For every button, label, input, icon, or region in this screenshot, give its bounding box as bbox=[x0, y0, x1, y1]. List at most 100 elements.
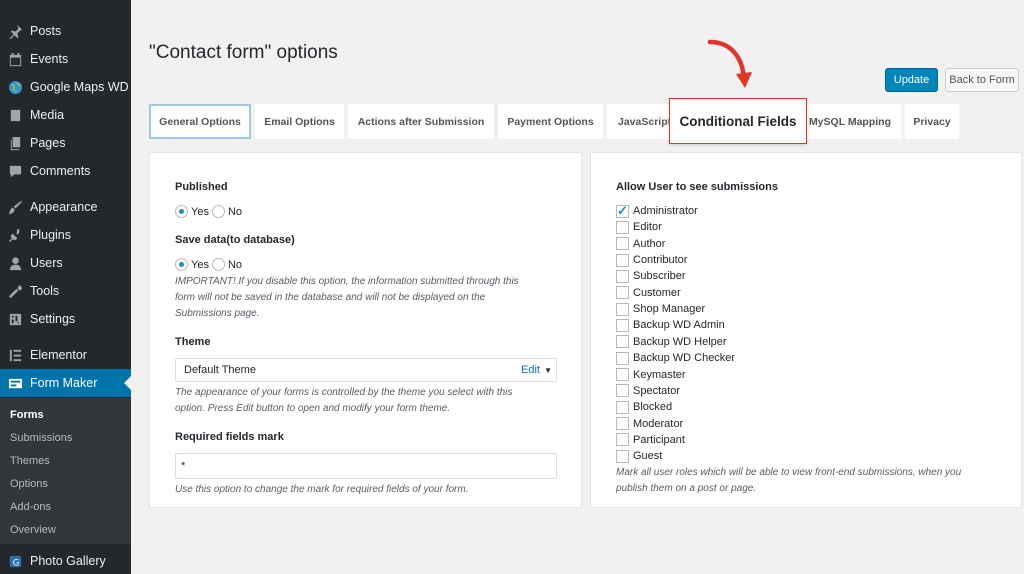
sidebar-item-plugins[interactable]: Plugins bbox=[0, 221, 131, 249]
sidebar-item-pages[interactable]: Pages bbox=[0, 129, 131, 157]
role-label: Administrator bbox=[633, 205, 698, 217]
sidebar-item-users[interactable]: Users bbox=[0, 249, 131, 277]
tab-javascript[interactable]: JavaScript bbox=[607, 104, 669, 139]
sidebar-item-comments[interactable]: Comments bbox=[0, 157, 131, 185]
role-checkbox-row[interactable]: Backup WD Checker bbox=[616, 351, 735, 365]
globe-icon bbox=[0, 80, 30, 95]
role-label: Backup WD Helper bbox=[633, 335, 727, 348]
role-checkbox[interactable] bbox=[616, 433, 629, 447]
roles-description: Mark all user roles which will be able t… bbox=[616, 467, 962, 494]
comment-icon bbox=[0, 164, 30, 179]
role-checkbox[interactable] bbox=[616, 269, 629, 283]
role-checkbox[interactable] bbox=[616, 351, 629, 365]
required-mark-label: Required fields mark bbox=[175, 431, 284, 443]
role-checkbox[interactable] bbox=[616, 203, 629, 219]
theme-description: The appearance of your forms is controll… bbox=[175, 387, 513, 414]
role-checkbox[interactable] bbox=[616, 253, 629, 267]
media-icon bbox=[0, 108, 30, 123]
tab-payment-options[interactable]: Payment Options bbox=[498, 104, 603, 139]
submenu-options[interactable]: Options bbox=[10, 478, 48, 490]
role-checkbox-row[interactable]: Contributor bbox=[616, 253, 687, 267]
form-maker-submenu: Forms Submissions Themes Options Add-ons… bbox=[0, 398, 131, 544]
submenu-forms[interactable]: Forms bbox=[10, 409, 44, 421]
role-checkbox[interactable] bbox=[616, 302, 629, 316]
form-icon bbox=[0, 376, 30, 391]
role-checkbox[interactable] bbox=[616, 417, 629, 431]
role-label: Spectator bbox=[633, 384, 681, 397]
role-checkbox[interactable] bbox=[616, 335, 629, 349]
role-checkbox[interactable] bbox=[616, 449, 629, 463]
role-checkbox-row[interactable]: Customer bbox=[616, 286, 681, 300]
published-yes-radio[interactable] bbox=[175, 205, 188, 218]
role-checkbox-row[interactable]: Backup WD Admin bbox=[616, 318, 725, 332]
role-checkbox[interactable] bbox=[616, 220, 629, 234]
role-checkbox-row[interactable]: Subscriber bbox=[616, 269, 686, 283]
role-checkbox-row[interactable]: Shop Manager bbox=[616, 302, 705, 316]
sidebar-item-posts[interactable]: Posts bbox=[0, 17, 131, 45]
general-options-panel: Published Yes No Save data(to database) … bbox=[149, 152, 582, 508]
sidebar-item-photo-gallery[interactable]: G Photo Gallery bbox=[0, 547, 131, 574]
role-checkbox-row[interactable]: Moderator bbox=[616, 417, 683, 431]
role-label: Guest bbox=[633, 450, 663, 463]
role-label: Keymaster bbox=[633, 368, 686, 381]
role-checkbox-row[interactable]: Guest bbox=[616, 449, 662, 463]
role-checkbox[interactable] bbox=[616, 318, 629, 332]
role-checkbox-row[interactable]: Editor bbox=[616, 220, 662, 234]
sidebar-item-form-maker[interactable]: Form Maker bbox=[0, 369, 131, 397]
settings-icon bbox=[0, 312, 30, 327]
save-data-no-radio[interactable] bbox=[211, 258, 225, 271]
submenu-add-ons[interactable]: Add-ons bbox=[10, 501, 51, 513]
sidebar-item-appearance[interactable]: Appearance bbox=[0, 193, 131, 221]
role-checkbox-row[interactable]: Backup WD Helper bbox=[616, 335, 727, 349]
sidebar-item-events[interactable]: Events bbox=[0, 45, 131, 73]
role-label: Editor bbox=[633, 221, 662, 234]
theme-edit-link[interactable]: Edit bbox=[521, 364, 540, 376]
page-title: "Contact form" options bbox=[149, 42, 338, 63]
role-label: Customer bbox=[633, 286, 681, 299]
role-checkbox[interactable] bbox=[616, 384, 629, 398]
update-button[interactable]: Update bbox=[885, 68, 938, 92]
role-checkbox-row[interactable]: Blocked bbox=[616, 400, 672, 414]
role-checkbox[interactable] bbox=[616, 400, 629, 414]
submissions-panel: Allow User to see submissions Administra… bbox=[590, 152, 1022, 508]
sidebar-item-tools[interactable]: Tools bbox=[0, 277, 131, 305]
role-label: Backup WD Checker bbox=[633, 352, 736, 365]
role-label: Blocked bbox=[633, 401, 673, 414]
role-label: Moderator bbox=[633, 417, 684, 430]
submenu-themes[interactable]: Themes bbox=[10, 455, 50, 467]
required-mark-input[interactable]: * bbox=[175, 453, 557, 479]
role-checkbox-row[interactable]: Administrator bbox=[616, 203, 698, 219]
callout-arrow-icon bbox=[707, 39, 752, 88]
sidebar-item-settings[interactable]: Settings bbox=[0, 305, 131, 333]
role-checkbox[interactable] bbox=[616, 237, 629, 251]
role-checkbox-row[interactable]: Author bbox=[616, 237, 665, 251]
tab-privacy[interactable]: Privacy bbox=[905, 104, 959, 139]
brush-icon bbox=[0, 200, 30, 215]
role-checkbox[interactable] bbox=[616, 286, 629, 300]
elementor-icon bbox=[0, 348, 30, 363]
save-data-yes-radio[interactable] bbox=[175, 258, 188, 271]
role-label: Backup WD Admin bbox=[633, 319, 725, 332]
role-checkbox-row[interactable]: Participant bbox=[616, 433, 685, 447]
save-data-description: IMPORTANT! If you disable this option, t… bbox=[175, 276, 519, 319]
tab-email-options[interactable]: Email Options bbox=[255, 104, 344, 139]
theme-select[interactable]: Default Theme Edit ▼ bbox=[175, 358, 557, 382]
allow-submissions-label: Allow User to see submissions bbox=[616, 181, 778, 193]
tab-general-options[interactable]: General Options bbox=[149, 104, 251, 139]
role-checkbox-row[interactable]: Keymaster bbox=[616, 368, 686, 382]
role-checkbox[interactable] bbox=[616, 368, 629, 381]
role-checkbox-row[interactable]: Spectator bbox=[616, 384, 680, 398]
sidebar-item-elementor[interactable]: Elementor bbox=[0, 341, 131, 369]
submenu-submissions[interactable]: Submissions bbox=[10, 432, 72, 444]
tab-actions-after-submission[interactable]: Actions after Submission bbox=[348, 104, 494, 139]
back-to-form-button[interactable]: Back to Form bbox=[945, 68, 1019, 92]
plugin-icon bbox=[0, 228, 30, 243]
tab-mysql-mapping[interactable]: MySQL Mapping bbox=[800, 104, 901, 139]
submenu-overview[interactable]: Overview bbox=[10, 524, 56, 536]
tab-conditional-fields[interactable]: Conditional Fields bbox=[669, 98, 807, 144]
sidebar-item-media[interactable]: Media bbox=[0, 101, 131, 129]
sidebar-item-google-maps[interactable]: Google Maps WD bbox=[0, 73, 131, 101]
published-no-radio[interactable] bbox=[211, 205, 225, 218]
pin-icon bbox=[0, 24, 30, 39]
role-label: Participant bbox=[633, 433, 685, 446]
